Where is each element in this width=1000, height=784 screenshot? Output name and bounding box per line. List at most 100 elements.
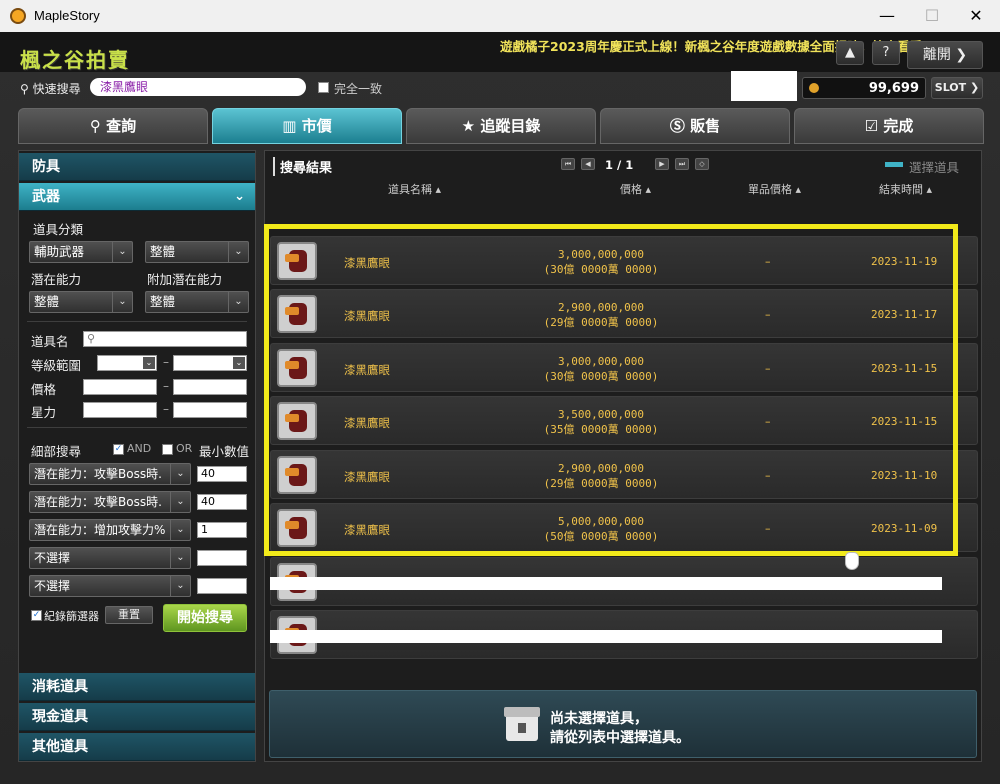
- category-consumable[interactable]: 消耗道具: [19, 673, 255, 701]
- filter-dropdown-4[interactable]: 不選擇 ⌄: [29, 547, 191, 569]
- filter-value-3[interactable]: 1: [197, 522, 247, 538]
- mesos-display: 99,699: [802, 77, 926, 99]
- star-force-min-input[interactable]: [83, 402, 157, 418]
- or-label: OR: [176, 442, 193, 455]
- chevron-down-icon: ⌄: [170, 492, 190, 512]
- tab-search[interactable]: ⚲ 查詢: [18, 108, 208, 144]
- star-force-label: 星力: [31, 405, 57, 420]
- chevron-down-icon: ⌄: [112, 242, 132, 262]
- level-max-dropdown[interactable]: ⌄: [173, 355, 247, 371]
- filter-dropdown-5[interactable]: 不選擇 ⌄: [29, 575, 191, 597]
- auction-logo: 楓之谷拍賣: [20, 48, 130, 72]
- collapse-icon[interactable]: ▲: [836, 41, 864, 65]
- filter-value-1[interactable]: 40: [197, 466, 247, 482]
- tab-watchlist[interactable]: ★ 追蹤目錄: [406, 108, 596, 144]
- lock-box-icon: [504, 707, 540, 741]
- mesos-amount: 99,699: [868, 81, 919, 96]
- results-title: 搜尋結果: [273, 157, 332, 176]
- exact-match-checkbox[interactable]: [318, 82, 329, 93]
- search-icon: ⚲: [20, 82, 33, 96]
- min-value-label: 最小數值: [199, 444, 250, 459]
- next-page-icon[interactable]: ▶: [655, 158, 669, 170]
- item-name-label: 道具名: [31, 334, 69, 349]
- redacted-box: [731, 71, 797, 101]
- checkbox-icon: ☑: [864, 117, 879, 135]
- chevron-down-icon: ⌄: [143, 357, 155, 369]
- slot-button[interactable]: SLOT ❯: [931, 77, 983, 99]
- filter-value-2[interactable]: 40: [197, 494, 247, 510]
- range-dash: –: [163, 355, 169, 369]
- window-close-button[interactable]: ✕: [956, 4, 996, 28]
- prev-page-icon[interactable]: ◀: [581, 158, 595, 170]
- redaction-bar: [270, 577, 942, 590]
- notice-ticker[interactable]: 遊戲橘子2023周年慶正式上線！新楓之谷年度遊戲數據全面揭曉，快去看看！: [500, 36, 935, 55]
- detail-search-label: 細部搜尋: [31, 444, 82, 459]
- filter-dropdown-3[interactable]: 潛在能力：增加攻擊力% ⌄: [29, 519, 191, 541]
- col-price[interactable]: 價格 ▴: [620, 181, 651, 197]
- and-label: AND: [127, 442, 152, 455]
- col-unit-price[interactable]: 單品價格 ▴: [748, 181, 801, 197]
- highlight-box: [264, 224, 958, 556]
- save-filter-label: 紀錄篩選器: [44, 610, 99, 623]
- filter-dropdown-2[interactable]: 潛在能力：攻擊Boss時. ⌄: [29, 491, 191, 513]
- price-label: 價格: [31, 382, 57, 397]
- category-armor[interactable]: 防具: [19, 153, 255, 181]
- minimize-button[interactable]: —: [867, 4, 907, 28]
- quick-search-label: ⚲ 快速搜尋: [20, 82, 81, 96]
- and-checkbox[interactable]: ✓: [113, 444, 124, 455]
- tab-market-price[interactable]: ▥ 市價: [212, 108, 402, 144]
- potential-dropdown[interactable]: 整體 ⌄: [29, 291, 133, 313]
- filter-value-4[interactable]: [197, 550, 247, 566]
- col-item-name[interactable]: 道具名稱 ▴: [388, 181, 441, 197]
- or-checkbox[interactable]: [162, 444, 173, 455]
- tab-sell[interactable]: Ⓢ 販售: [600, 108, 790, 144]
- last-page-icon[interactable]: ⏭: [675, 158, 689, 170]
- item-subcategory-dropdown[interactable]: 整體 ⌄: [145, 241, 249, 263]
- divider: [27, 427, 247, 428]
- help-icon[interactable]: ?: [872, 41, 900, 65]
- price-min-input[interactable]: [83, 379, 157, 395]
- category-weapon[interactable]: 武器 ⌄: [19, 183, 255, 211]
- tab-completed[interactable]: ☑ 完成: [794, 108, 984, 144]
- redaction-bar: [270, 630, 942, 643]
- star-force-max-input[interactable]: [173, 402, 247, 418]
- search-icon: ⚲: [87, 332, 96, 345]
- meso-coin-icon: [809, 83, 819, 93]
- magnifier-icon: ⚲: [89, 117, 101, 135]
- window-titlebar: MapleStory — ☐ ✕: [0, 0, 1000, 32]
- range-dash: –: [163, 402, 169, 416]
- category-etc[interactable]: 其他道具: [19, 733, 255, 761]
- quick-search-input[interactable]: 漆黑鷹眼: [90, 78, 306, 96]
- exit-button[interactable]: 離開 ❯: [907, 41, 983, 69]
- first-page-icon[interactable]: ⏮: [561, 158, 575, 170]
- reset-button[interactable]: 重置: [105, 606, 153, 624]
- item-category-dropdown[interactable]: 輔助武器 ⌄: [29, 241, 133, 263]
- category-cash[interactable]: 現金道具: [19, 703, 255, 731]
- auction-window: 楓之谷拍賣 遊戲橘子2023周年慶正式上線！新楓之谷年度遊戲數據全面揭曉，快去看…: [0, 32, 1000, 784]
- filter-panel: 防具 武器 ⌄ 道具分類 輔助武器 ⌄ 整體 ⌄ 潛在能力 附加潛在能力 整體 ⌄ 整體…: [18, 150, 256, 762]
- chevron-down-icon: ⌄: [112, 292, 132, 312]
- chevron-down-icon: ⌄: [233, 357, 245, 369]
- start-search-button[interactable]: 開始搜尋: [163, 604, 247, 632]
- price-max-input[interactable]: [173, 379, 247, 395]
- page-indicator: 1 / 1: [605, 158, 634, 172]
- col-end-time[interactable]: 結束時間 ▴: [879, 181, 932, 197]
- chevron-down-icon: ⌄: [170, 548, 190, 568]
- level-min-dropdown[interactable]: ⌄: [97, 355, 157, 371]
- level-range-label: 等級範圍: [31, 358, 82, 373]
- filter-value-5[interactable]: [197, 578, 247, 594]
- sell-icon: Ⓢ: [669, 117, 685, 135]
- star-icon: ★: [461, 117, 476, 135]
- chevron-down-icon: ⌄: [228, 242, 248, 262]
- selected-item-legend: 選擇道具: [909, 160, 960, 175]
- bonus-potential-dropdown[interactable]: 整體 ⌄: [145, 291, 249, 313]
- item-detail-box: 尚未選擇道具， 請從列表中選擇道具。: [269, 690, 977, 758]
- chevron-down-icon: ⌄: [170, 576, 190, 596]
- chart-icon: ▥: [282, 117, 297, 135]
- save-filter-checkbox[interactable]: ✓: [31, 610, 42, 621]
- filter-dropdown-1[interactable]: 潛在能力：攻擊Boss時. ⌄: [29, 463, 191, 485]
- chevron-down-icon: ⌄: [228, 292, 248, 312]
- maximize-button[interactable]: ☐: [912, 4, 952, 28]
- extra-page-icon[interactable]: ◇: [695, 158, 709, 170]
- item-name-input[interactable]: ⚲: [83, 331, 247, 347]
